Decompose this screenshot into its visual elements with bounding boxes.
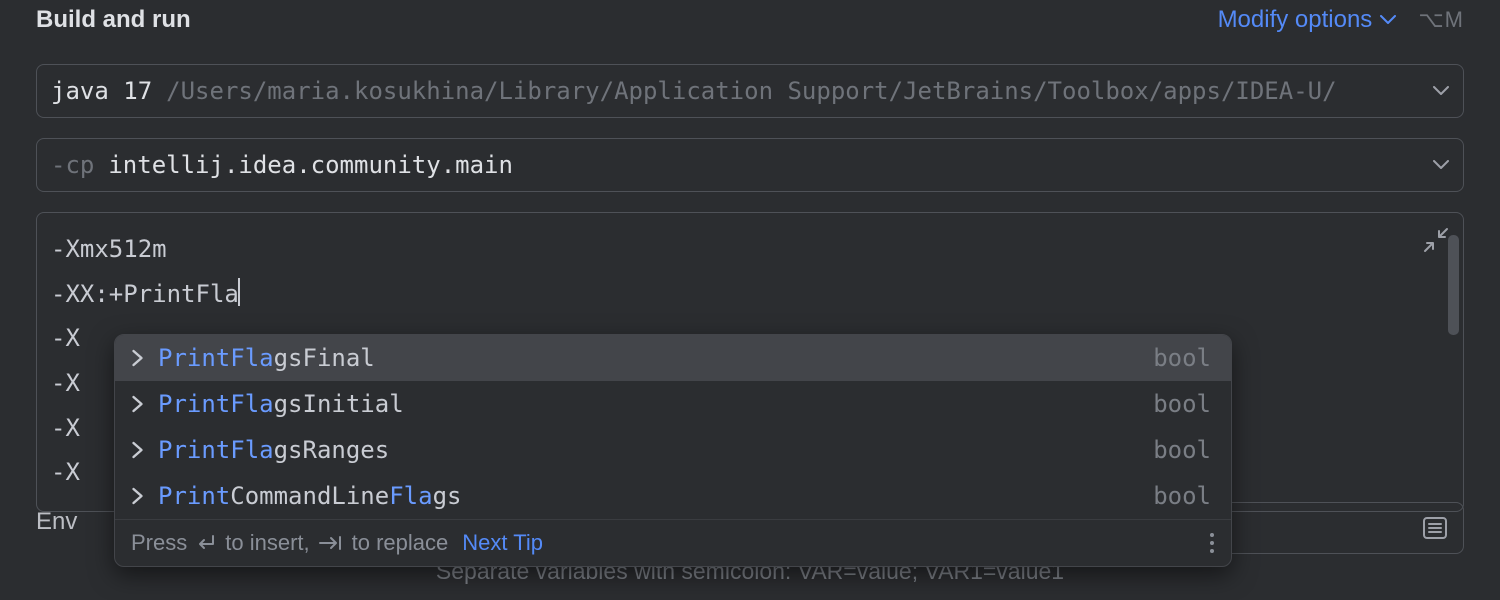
completion-label: PrintFlagsInitial <box>158 392 404 416</box>
chevron-right-icon <box>131 349 144 367</box>
collapse-icon[interactable] <box>1423 227 1449 253</box>
modify-options-label: Modify options <box>1218 6 1373 34</box>
header-actions: Modify options ⌥M <box>1218 6 1464 34</box>
chevron-down-icon <box>1433 160 1449 170</box>
chevron-right-icon <box>131 441 144 459</box>
completion-label: PrintFlagsRanges <box>158 438 389 462</box>
completion-item[interactable]: PrintCommandLineFlags bool <box>115 473 1231 519</box>
completion-label: PrintFlagsFinal <box>158 346 375 370</box>
tab-key-icon <box>318 534 344 552</box>
cp-module: intellij.idea.community.main <box>108 151 513 179</box>
chevron-down-icon <box>1433 86 1449 96</box>
completion-type: bool <box>1153 484 1211 508</box>
enter-key-icon <box>195 533 217 553</box>
more-menu-icon[interactable] <box>1209 532 1215 554</box>
completion-label: PrintCommandLineFlags <box>158 484 461 508</box>
jdk-selector[interactable]: java 17 /Users/maria.kosukhina/Library/A… <box>36 64 1464 118</box>
chevron-down-icon <box>1380 15 1396 25</box>
footer-text: to insert, <box>225 530 309 556</box>
modify-options-dropdown[interactable]: Modify options <box>1218 6 1397 34</box>
section-title: Build and run <box>36 6 191 34</box>
completion-type: bool <box>1153 392 1211 416</box>
section-header: Build and run Modify options ⌥M <box>36 6 1464 34</box>
completion-item[interactable]: PrintFlagsFinal bool <box>115 335 1231 381</box>
footer-text: to replace <box>352 530 449 556</box>
completion-type: bool <box>1153 346 1211 370</box>
classpath-selector[interactable]: -cp intellij.idea.community.main <box>36 138 1464 192</box>
list-edit-icon[interactable] <box>1421 514 1449 542</box>
scrollbar-thumb[interactable] <box>1448 235 1459 335</box>
next-tip-link[interactable]: Next Tip <box>462 530 543 556</box>
completion-popup: PrintFlagsFinal bool PrintFlagsInitial b… <box>114 334 1232 567</box>
jdk-path: /Users/maria.kosukhina/Library/Applicati… <box>166 77 1336 105</box>
env-vars-label: Env <box>36 508 77 536</box>
completion-type: bool <box>1153 438 1211 462</box>
footer-text: Press <box>131 530 187 556</box>
completion-item[interactable]: PrintFlagsInitial bool <box>115 381 1231 427</box>
jdk-name: java 17 <box>51 77 152 105</box>
completion-footer: Press to insert, to replace Next Tip <box>115 519 1231 566</box>
chevron-right-icon <box>131 487 144 505</box>
shortcut-hint: ⌥M <box>1418 7 1464 33</box>
text-caret <box>238 278 240 306</box>
chevron-right-icon <box>131 395 144 413</box>
cp-flag: -cp <box>51 151 94 179</box>
completion-item[interactable]: PrintFlagsRanges bool <box>115 427 1231 473</box>
